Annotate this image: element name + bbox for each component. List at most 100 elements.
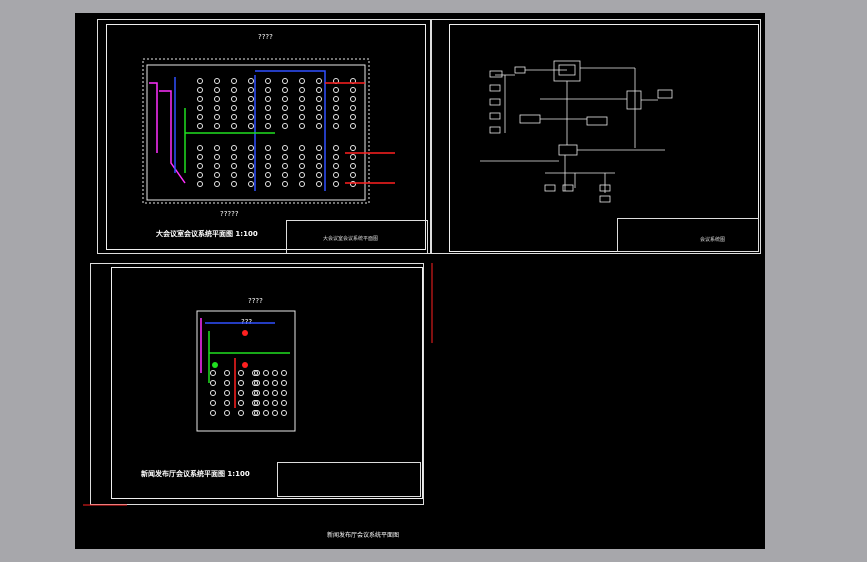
seat-mark [214, 145, 220, 151]
seat-mark [316, 163, 322, 169]
seat-mark [224, 370, 230, 376]
seat-mark [299, 105, 305, 111]
seat-mark [316, 154, 322, 160]
seat-mark [214, 172, 220, 178]
seat-mark [210, 380, 216, 386]
seat-mark [299, 96, 305, 102]
seat-mark [299, 181, 305, 187]
seat-mark [281, 380, 287, 386]
seat-mark [214, 78, 220, 84]
seat-mark [333, 87, 339, 93]
seat-mark [197, 96, 203, 102]
seat-mark [263, 370, 269, 376]
seat-mark [214, 154, 220, 160]
seat-mark [333, 105, 339, 111]
seat-mark [231, 154, 237, 160]
seat-mark [248, 78, 254, 84]
seat-mark [265, 163, 271, 169]
seat-mark [231, 78, 237, 84]
seat-mark [281, 390, 287, 396]
seat-mark [350, 172, 356, 178]
seat-mark [272, 410, 278, 416]
seat-mark [316, 78, 322, 84]
seat-mark [265, 181, 271, 187]
seat-mark [248, 181, 254, 187]
seat-mark [350, 123, 356, 129]
seat-mark [231, 87, 237, 93]
seat-mark [197, 145, 203, 151]
plan-a-room [142, 58, 370, 204]
seat-mark [248, 96, 254, 102]
seat-mark [197, 87, 203, 93]
seat-mark [231, 114, 237, 120]
seat-mark [282, 123, 288, 129]
seat-mark [282, 181, 288, 187]
seat-mark [333, 96, 339, 102]
seat-mark [282, 163, 288, 169]
seat-mark [281, 410, 287, 416]
seat-mark [248, 105, 254, 111]
seat-mark [265, 105, 271, 111]
seat-mark [333, 172, 339, 178]
seat-mark [265, 96, 271, 102]
seat-mark [282, 172, 288, 178]
seat-mark [197, 105, 203, 111]
seat-mark [248, 172, 254, 178]
seat-mark [214, 163, 220, 169]
seat-mark [333, 163, 339, 169]
seat-mark [333, 181, 339, 187]
seat-mark [197, 114, 203, 120]
seat-mark [265, 78, 271, 84]
seat-mark [282, 154, 288, 160]
seat-mark [265, 123, 271, 129]
seat-mark [224, 410, 230, 416]
seat-mark [231, 172, 237, 178]
seat-mark [238, 400, 244, 406]
seat-mark [263, 380, 269, 386]
seat-mark [282, 114, 288, 120]
seat-mark [272, 380, 278, 386]
seat-mark [333, 154, 339, 160]
seat-mark [238, 390, 244, 396]
seat-mark [350, 163, 356, 169]
seat-mark [231, 105, 237, 111]
seat-mark [214, 114, 220, 120]
seat-mark [282, 105, 288, 111]
seat-mark [231, 181, 237, 187]
seat-mark [197, 123, 203, 129]
plan-b-room [196, 310, 296, 432]
seat-mark [263, 390, 269, 396]
seat-mark [231, 163, 237, 169]
seat-mark [248, 145, 254, 151]
plan-a-cabling [149, 70, 395, 191]
seat-mark [350, 96, 356, 102]
seat-mark [224, 390, 230, 396]
cad-drawing-canvas[interactable]: ???? ????? 大会议室会议系统平面图 1:100 大会议室会议系统平面图… [75, 13, 765, 549]
seat-mark [299, 145, 305, 151]
seat-mark [231, 123, 237, 129]
seat-mark [231, 145, 237, 151]
seat-mark [248, 163, 254, 169]
seat-mark [263, 400, 269, 406]
seat-mark [350, 105, 356, 111]
seat-mark [248, 114, 254, 120]
seat-mark [316, 87, 322, 93]
seat-mark [281, 370, 287, 376]
seat-mark [238, 380, 244, 386]
seat-mark [214, 87, 220, 93]
seat-mark [210, 410, 216, 416]
seat-mark [265, 114, 271, 120]
seat-mark [299, 163, 305, 169]
seat-mark [350, 145, 356, 151]
seat-mark [282, 96, 288, 102]
seat-mark [197, 163, 203, 169]
seat-mark [238, 370, 244, 376]
seat-mark [299, 154, 305, 160]
seat-mark [316, 145, 322, 151]
seat-mark [299, 114, 305, 120]
seat-mark [197, 181, 203, 187]
seat-mark [238, 410, 244, 416]
seat-mark [272, 390, 278, 396]
seat-mark [210, 370, 216, 376]
seat-mark [248, 87, 254, 93]
